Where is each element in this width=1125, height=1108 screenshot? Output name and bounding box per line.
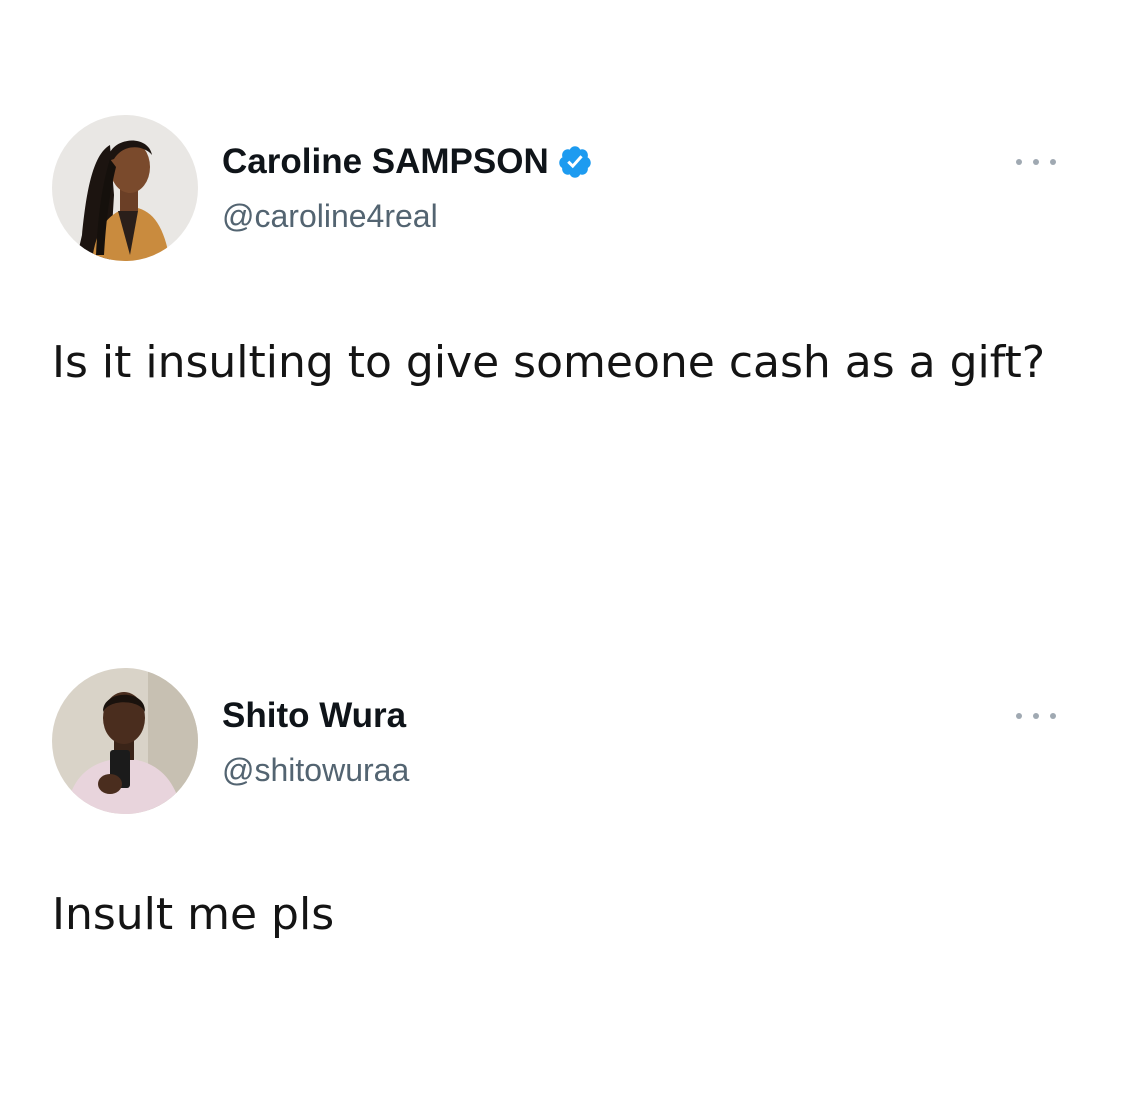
author-name-shito[interactable]: Shito Wura <box>222 696 406 736</box>
verified-badge-icon <box>557 144 593 180</box>
tweet-text: Is it insulting to give someone cash as … <box>52 337 1046 388</box>
author-handle-caroline[interactable]: @caroline4real <box>222 198 438 235</box>
more-dot <box>1050 159 1056 165</box>
avatar-caroline[interactable] <box>52 115 198 261</box>
avatar-shito[interactable] <box>52 668 198 814</box>
more-dot <box>1033 159 1039 165</box>
more-dot <box>1050 713 1056 719</box>
author-name-text: Shito Wura <box>222 696 407 735</box>
tweet-text: Insult me pls <box>52 889 335 940</box>
more-options-icon <box>1016 713 1022 719</box>
author-handle-shito[interactable]: @shitowuraa <box>222 752 409 789</box>
author-name-text: Caroline SAMPSON <box>222 142 549 181</box>
author-name-caroline[interactable]: Caroline SAMPSON <box>222 142 593 182</box>
more-dot <box>1033 713 1039 719</box>
man-selfie-icon <box>52 668 198 814</box>
more-options-button[interactable] <box>1016 152 1056 172</box>
more-options-icon <box>1016 159 1022 165</box>
woman-portrait-icon <box>52 115 198 261</box>
more-options-button[interactable] <box>1016 706 1056 726</box>
